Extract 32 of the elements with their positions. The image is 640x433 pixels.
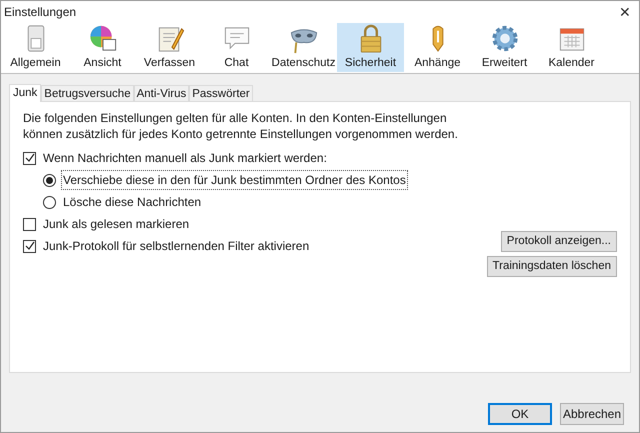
toolbar-tab[interactable]: Verfassen bbox=[136, 23, 203, 72]
dialog-button[interactable]: OK bbox=[488, 402, 552, 424]
toolbar-tab[interactable]: Anhänge bbox=[404, 23, 471, 72]
toolbar-tab[interactable]: Ansicht bbox=[69, 23, 136, 72]
checkbox[interactable] bbox=[23, 240, 36, 252]
description-text: Die folgenden Einstellungen gelten für alle Konten. In den Konten-Einstellungen können zusätzlich für jedes Konto getrennte Einstellungen vorgenommen werden. bbox=[23, 110, 459, 142]
dialog-button[interactable]: Abbrechen bbox=[560, 402, 624, 424]
checkmark-icon bbox=[24, 241, 34, 251]
checkbox[interactable] bbox=[23, 152, 36, 164]
tab[interactable]: Passwörter bbox=[189, 85, 253, 101]
option-label[interactable]: Verschiebe diese in den für Junk bestimmten Ordner des Kontos bbox=[61, 170, 408, 190]
toolbar-tab[interactable]: Datenschutz bbox=[270, 23, 337, 72]
toolbar-tab[interactable]: Erweitert bbox=[471, 23, 538, 72]
option-label[interactable]: Lösche diese Nachrichten bbox=[61, 192, 204, 212]
toolbar-tab[interactable]: Allgemein bbox=[2, 23, 69, 72]
option-label[interactable]: Junk-Protokoll für selbstlernenden Filter aktivieren bbox=[41, 236, 312, 256]
window-title: Einstellungen bbox=[4, 4, 76, 21]
radio-button[interactable] bbox=[43, 174, 56, 186]
tab[interactable]: Betrugsversuche bbox=[41, 85, 134, 101]
tab[interactable]: Anti-Virus bbox=[134, 85, 190, 101]
tab[interactable]: Junk bbox=[9, 84, 42, 102]
toolbar-tab[interactable]: Kalender bbox=[538, 23, 605, 72]
close-button[interactable]: ✕ bbox=[619, 2, 631, 22]
toolbar-tab[interactable]: Chat bbox=[203, 23, 270, 72]
toolbar-tab[interactable]: Sicherheit bbox=[337, 23, 404, 72]
action-button[interactable]: Trainingsdaten löschen bbox=[486, 256, 617, 277]
radio-button[interactable] bbox=[43, 196, 56, 208]
checkbox[interactable] bbox=[23, 218, 36, 230]
option-label[interactable]: Junk als gelesen markieren bbox=[41, 214, 192, 234]
option-label[interactable]: Wenn Nachrichten manuell als Junk markiert werden: bbox=[41, 148, 329, 168]
checkmark-icon bbox=[24, 153, 34, 163]
action-button[interactable]: Protokoll anzeigen... bbox=[500, 231, 617, 252]
